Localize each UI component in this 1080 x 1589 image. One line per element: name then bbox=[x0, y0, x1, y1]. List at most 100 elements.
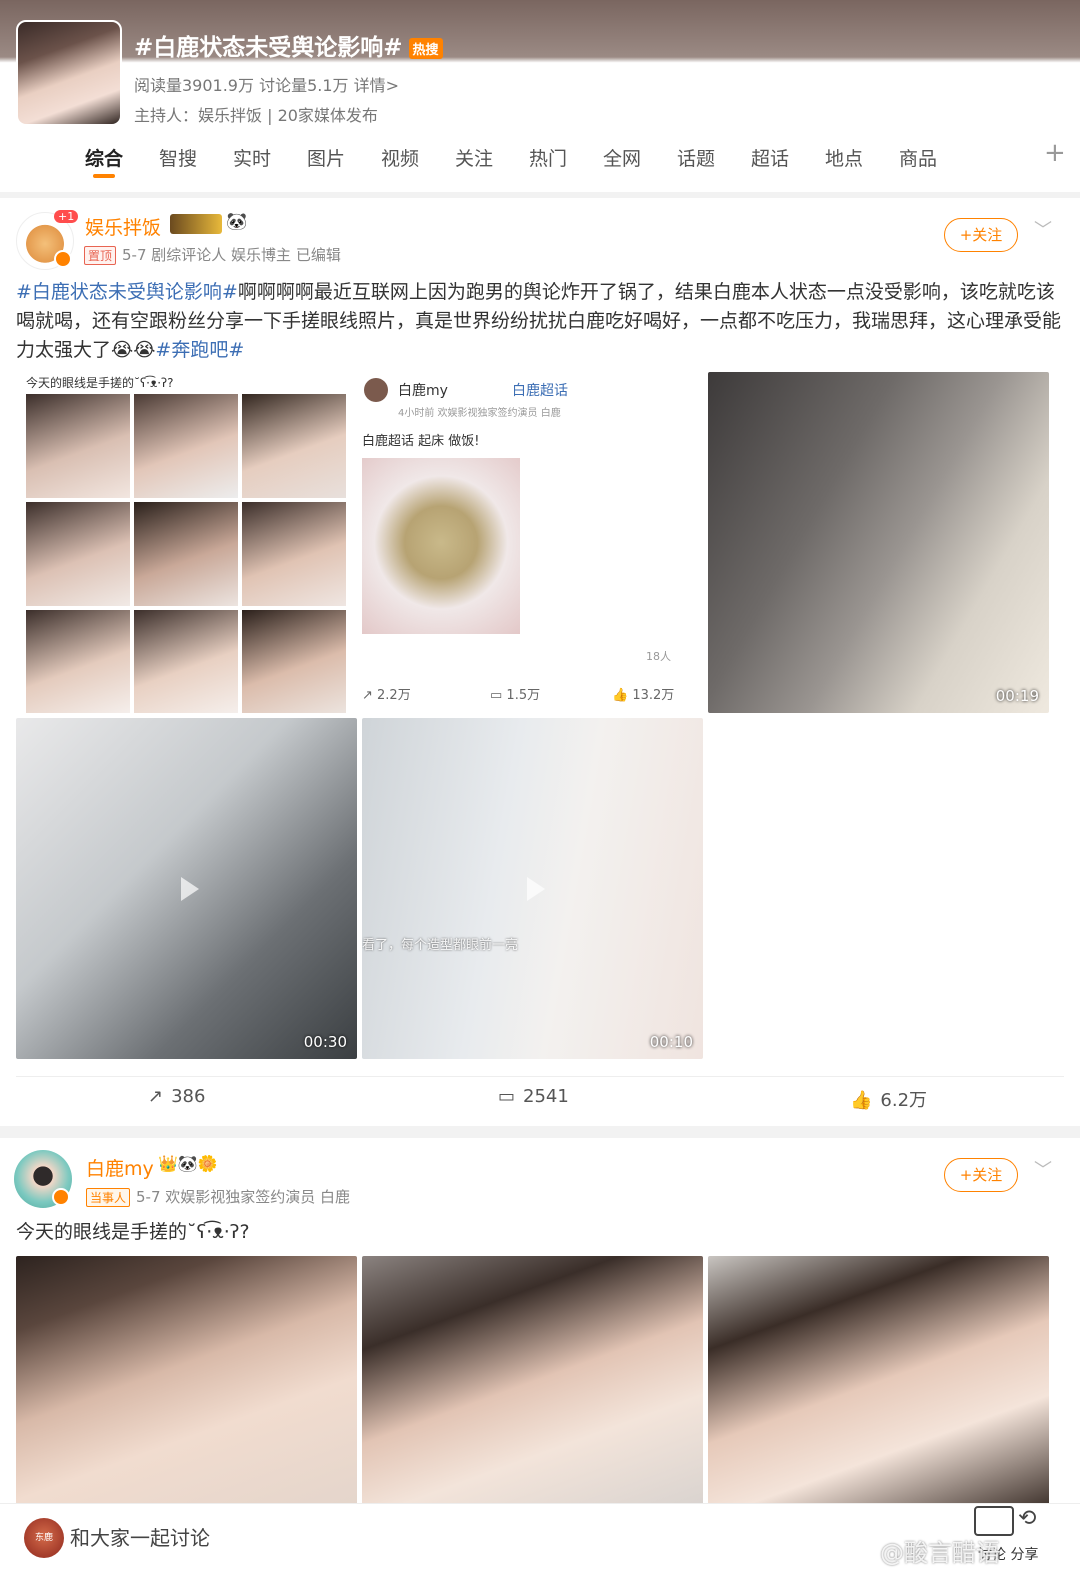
post-meta: 当事人 5-7 欢娱影视独家签约演员 白鹿 bbox=[86, 1186, 350, 1207]
comment-count: 2541 bbox=[523, 1086, 569, 1107]
user-avatar[interactable]: 东鹿 bbox=[24, 1518, 64, 1558]
post-text: #白鹿状态未受舆论影响#啊啊啊啊最近互联网上因为跑男的舆论炸开了锅了，结果白鹿本… bbox=[16, 278, 1066, 365]
video-duration: 00:19 bbox=[995, 687, 1039, 705]
panda-icon: 🐼 bbox=[226, 212, 248, 232]
post-meta-text: 5-7 欢娱影视独家签约演员 白鹿 bbox=[136, 1188, 351, 1206]
verified-icon bbox=[52, 1188, 70, 1206]
embedded-like-count: 13.2万 bbox=[632, 688, 675, 703]
post-image-embedded[interactable]: 白鹿my 白鹿超话 4小时前 欢娱影视独家签约演员 白鹿 白鹿超话 起床 做饭!… bbox=[362, 372, 703, 713]
collage-photo bbox=[242, 610, 346, 713]
post-image[interactable] bbox=[708, 1256, 1049, 1508]
collage-photo bbox=[26, 394, 130, 498]
share-icon: ↗ bbox=[148, 1086, 164, 1107]
collage-photo bbox=[242, 394, 346, 498]
hashtag-link-2[interactable]: #奔跑吧# bbox=[155, 339, 244, 361]
post-video[interactable]: 00:19 bbox=[708, 372, 1049, 713]
collage-caption: 今天的眼线是手搓的˘ʕ·͡ᴥ·ʔ? bbox=[26, 376, 174, 390]
username[interactable]: 娱乐拌饭 bbox=[85, 213, 161, 240]
thumbs-up-icon: 👍 bbox=[850, 1090, 873, 1111]
video-duration: 00:10 bbox=[649, 1033, 693, 1051]
tab-huati[interactable]: 话题 bbox=[677, 144, 715, 171]
like-button[interactable]: 👍 6.2万 bbox=[850, 1086, 927, 1112]
comment-icon: ▭ bbox=[490, 688, 507, 703]
compose-icon[interactable] bbox=[974, 1506, 1014, 1536]
embedded-meta: 4小时前 欢娱影视独家签约演员 白鹿 bbox=[398, 408, 561, 419]
tab-didian[interactable]: 地点 bbox=[825, 144, 863, 171]
tab-zonghe[interactable]: 综合 bbox=[85, 144, 123, 171]
pin-tag: 置顶 bbox=[84, 246, 117, 265]
topic-stats[interactable]: 阅读量3901.9万 讨论量5.1万 详情> bbox=[134, 72, 399, 96]
tab-shipin[interactable]: 视频 bbox=[381, 144, 419, 171]
hashtag-link[interactable]: #白鹿状态未受舆论影响# bbox=[16, 281, 238, 303]
like-count: 6.2万 bbox=[880, 1090, 928, 1111]
video-caption: 看了，每个造型都眼前一亮 bbox=[362, 938, 519, 953]
embedded-comment-count: 1.5万 bbox=[506, 688, 541, 703]
tab-shishi[interactable]: 实时 bbox=[233, 144, 271, 171]
repost-count: 386 bbox=[171, 1086, 206, 1107]
comment-icon: ▭ bbox=[498, 1086, 516, 1107]
post-image-collage[interactable]: 今天的眼线是手搓的˘ʕ·͡ᴥ·ʔ? bbox=[16, 372, 357, 713]
topic-title: #白鹿状态未受舆论影响# 热搜 bbox=[134, 28, 443, 62]
tab-active-indicator bbox=[93, 174, 115, 178]
tab-tupian[interactable]: 图片 bbox=[307, 144, 345, 171]
follow-button[interactable]: +关注 bbox=[944, 1158, 1018, 1192]
chevron-down-icon[interactable]: ﹀ bbox=[1034, 216, 1052, 242]
post-video[interactable]: 00:30 bbox=[16, 718, 357, 1059]
food-photo bbox=[362, 458, 520, 634]
tab-guanzhu[interactable]: 关注 bbox=[455, 144, 493, 171]
follow-button[interactable]: +关注 bbox=[944, 218, 1018, 252]
hot-badge: 热搜 bbox=[408, 38, 443, 59]
verified-icon bbox=[54, 250, 72, 268]
collage-photo bbox=[242, 502, 346, 606]
embedded-repost-count: 2.2万 bbox=[377, 688, 411, 703]
play-icon bbox=[526, 876, 545, 901]
collage-photo bbox=[134, 502, 238, 606]
username[interactable]: 白鹿my bbox=[86, 1154, 154, 1181]
divider bbox=[16, 1076, 1064, 1077]
play-icon bbox=[180, 876, 199, 901]
notification-badge: +1 bbox=[54, 210, 79, 223]
add-tab-icon[interactable]: + bbox=[1044, 138, 1066, 168]
embedded-like: 👍 13.2万 bbox=[612, 684, 674, 703]
tab-remen[interactable]: 热门 bbox=[529, 144, 567, 171]
discussion-input[interactable]: 和大家一起讨论 bbox=[70, 1522, 210, 1551]
tab-quanwang[interactable]: 全网 bbox=[603, 144, 641, 171]
post-meta-text: 5-7 剧综评论人 娱乐博主 已编辑 bbox=[122, 246, 341, 264]
collage-photo bbox=[26, 502, 130, 606]
embedded-repost: ↗ 2.2万 bbox=[362, 684, 411, 703]
tab-shangpin[interactable]: 商品 bbox=[899, 144, 937, 171]
tab-zhisou[interactable]: 智搜 bbox=[159, 144, 197, 171]
watermark: @酸言醋语 bbox=[880, 1539, 1000, 1567]
thumbs-up-icon: 👍 bbox=[612, 688, 633, 703]
embedded-likes-count: 18人 bbox=[646, 650, 671, 663]
comment-button[interactable]: ▭ 2541 bbox=[498, 1086, 569, 1107]
chevron-down-icon[interactable]: ﹀ bbox=[1034, 1156, 1052, 1182]
insider-tag: 当事人 bbox=[86, 1188, 131, 1207]
share-icon: ↗ bbox=[362, 688, 378, 703]
collage-photo bbox=[134, 394, 238, 498]
share-icon[interactable]: ⟲ bbox=[1018, 1506, 1036, 1531]
video-duration: 00:30 bbox=[303, 1033, 347, 1051]
embedded-username: 白鹿my bbox=[398, 383, 448, 399]
topic-host: 主持人：娱乐拌饭 | 20家媒体发布 bbox=[134, 106, 378, 125]
embedded-text: 白鹿超话 起床 做饭! bbox=[362, 434, 480, 449]
collage-photo bbox=[26, 610, 130, 713]
repost-button[interactable]: ↗ 386 bbox=[148, 1086, 205, 1107]
post-meta: 置顶 5-7 剧综评论人 娱乐博主 已编辑 bbox=[84, 244, 341, 265]
avatar-text: 东鹿 bbox=[34, 1533, 53, 1543]
badge-icons: 👑🐼🌼 bbox=[158, 1154, 218, 1173]
tab-chaohua[interactable]: 超话 bbox=[751, 144, 789, 171]
post-card: 白鹿my 👑🐼🌼 当事人 5-7 欢娱影视独家签约演员 白鹿 +关注 ﹀ 今天的眼… bbox=[0, 1138, 1080, 1508]
post-video[interactable]: 看了，每个造型都眼前一亮 00:10 bbox=[362, 718, 703, 1059]
post-image[interactable] bbox=[362, 1256, 703, 1508]
post-card: +1 娱乐拌饭 🐼 置顶 5-7 剧综评论人 娱乐博主 已编辑 +关注 ﹀ #白鹿… bbox=[0, 198, 1080, 1126]
collage-photo bbox=[134, 610, 238, 713]
tab-bar: 综合 智搜 实时 图片 视频 关注 热门 全网 话题 超话 地点 商品 + bbox=[0, 136, 1080, 186]
vip-crown-icon bbox=[170, 214, 222, 234]
embedded-avatar bbox=[364, 378, 388, 402]
embedded-comment: ▭ 1.5万 bbox=[490, 684, 540, 703]
embedded-super-topic: 白鹿超话 bbox=[512, 383, 568, 399]
post-text: 今天的眼线是手搓的˘ʕ·͡ᴥ·ʔ? bbox=[16, 1221, 250, 1243]
post-image[interactable] bbox=[16, 1256, 357, 1508]
topic-avatar[interactable] bbox=[16, 20, 122, 126]
